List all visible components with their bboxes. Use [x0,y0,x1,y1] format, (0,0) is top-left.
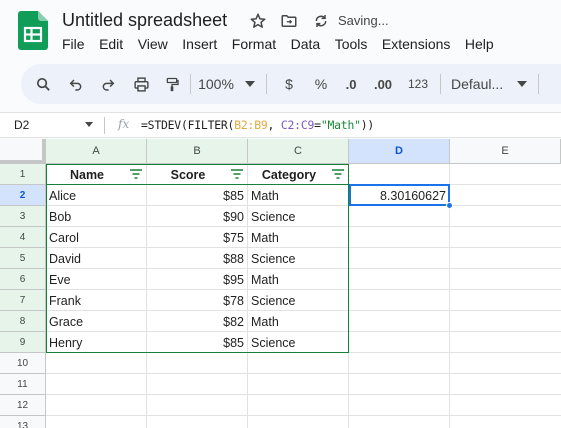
formula-range-b: B2:B9 [234,118,268,132]
row-header[interactable]: 6 [0,269,46,290]
fill-handle[interactable] [446,202,453,209]
column-header-b[interactable]: B [147,139,248,164]
redo-icon[interactable] [95,64,121,104]
menu-bar: File Edit View Insert Format Data Tools … [62,36,508,52]
chevron-down-icon[interactable] [243,64,257,104]
row-header[interactable]: 11 [0,374,46,395]
cell-b3[interactable]: $90 [147,206,247,227]
formula-part: =STDEV(FILTER( [141,118,235,132]
row-header[interactable]: 5 [0,248,46,269]
row-header[interactable]: 4 [0,227,46,248]
cell-a6[interactable]: Eve [46,269,146,290]
column-header-c[interactable]: C [248,139,349,164]
menu-data[interactable]: Data [291,36,321,52]
cell-a3[interactable]: Bob [46,206,146,227]
cell-b2[interactable]: $85 [147,185,247,206]
cell-c2[interactable]: Math [248,185,348,206]
paint-format-icon[interactable] [159,64,185,104]
menu-insert[interactable]: Insert [182,36,217,52]
cell-a5[interactable]: David [46,248,146,269]
cell-c9[interactable]: Science [248,332,348,353]
row-header[interactable]: 2 [0,185,46,206]
name-box-chevron-icon[interactable] [85,122,93,127]
row-header[interactable]: 9 [0,332,46,353]
increase-decimal-button[interactable]: .00 [367,64,399,104]
table-header-divider [46,184,349,185]
font-chevron-down-icon[interactable] [515,64,529,104]
undo-icon[interactable] [63,64,89,104]
toolbar: 100% $ % .0 .00 123 Defaul... [21,64,561,104]
cell-c4[interactable]: Math [248,227,348,248]
fx-icon: fx [118,117,130,131]
document-title[interactable]: Untitled spreadsheet [62,10,227,31]
table-header-name[interactable]: Name [47,164,127,185]
decrease-decimal-label: .0 [345,76,357,92]
column-header-d[interactable]: D [349,139,450,164]
menu-file[interactable]: File [62,36,85,52]
star-icon[interactable] [248,11,268,31]
name-box[interactable]: D2 [14,118,29,132]
table-header-score[interactable]: Score [148,164,228,185]
cell-c8[interactable]: Math [248,311,348,332]
formula-part: = [314,118,321,132]
cell-a9[interactable]: Henry [46,332,146,353]
row-header[interactable]: 10 [0,353,46,374]
print-icon[interactable] [128,64,154,104]
sheet-grid[interactable]: A B C D E 1 2 3 4 5 6 7 8 9 10 11 12 13 … [0,139,561,428]
menu-extensions[interactable]: Extensions [382,36,450,52]
table-header-category[interactable]: Category [249,164,329,185]
row-header[interactable]: 8 [0,311,46,332]
column-header-e[interactable]: E [450,139,561,164]
column-header-a[interactable]: A [46,139,147,164]
row-header[interactable]: 1 [0,164,46,185]
cell-b9[interactable]: $85 [147,332,247,353]
cell-b5[interactable]: $88 [147,248,247,269]
row-header[interactable]: 12 [0,395,46,416]
cell-c6[interactable]: Math [248,269,348,290]
formula-input[interactable]: =STDEV(FILTER(B2:B9, C2:C9="Math")) [141,118,374,132]
menu-format[interactable]: Format [232,36,276,52]
row-header[interactable]: 13 [0,416,46,428]
formula-string: "Math" [320,118,361,132]
format-currency-button[interactable]: $ [279,64,299,104]
cell-c3[interactable]: Science [248,206,348,227]
formula-part: )) [360,118,375,132]
cell-a7[interactable]: Frank [46,290,146,311]
sheets-logo-icon[interactable] [18,11,48,50]
number-format-button[interactable]: 123 [405,64,431,104]
save-status: Saving... [338,13,389,28]
cell-b7[interactable]: $78 [147,290,247,311]
increase-decimal-label: .00 [373,76,393,92]
cell-c7[interactable]: Science [248,290,348,311]
menu-edit[interactable]: Edit [99,36,123,52]
filter-icon[interactable] [231,169,243,179]
zoom-select[interactable]: 100% [193,64,239,104]
sync-icon [311,11,331,31]
menu-help[interactable]: Help [465,36,494,52]
cell-c5[interactable]: Science [248,248,348,269]
cell-b8[interactable]: $82 [147,311,247,332]
filter-icon[interactable] [130,169,142,179]
formula-bar: D2 fx =STDEV(FILTER(B2:B9, C2:C9="Math")… [0,112,561,138]
row-header[interactable]: 7 [0,290,46,311]
filter-icon[interactable] [332,169,344,179]
cell-a2[interactable]: Alice [46,185,146,206]
formula-part: , [267,118,281,132]
select-all-corner[interactable] [0,139,46,164]
cell-a4[interactable]: Carol [46,227,146,248]
cell-a8[interactable]: Grace [46,311,146,332]
search-icon[interactable] [31,64,55,104]
cell-b6[interactable]: $95 [147,269,247,290]
menu-view[interactable]: View [138,36,168,52]
formula-range-c: C2:C9 [280,118,315,132]
decrease-decimal-button[interactable]: .0 [339,64,363,104]
move-to-folder-icon[interactable] [279,11,299,31]
menu-tools[interactable]: Tools [335,36,368,52]
format-percent-button[interactable]: % [310,64,332,104]
active-cell-outline [349,184,450,206]
row-header[interactable]: 3 [0,206,46,227]
font-select[interactable]: Defaul... [451,64,511,104]
cell-b4[interactable]: $75 [147,227,247,248]
